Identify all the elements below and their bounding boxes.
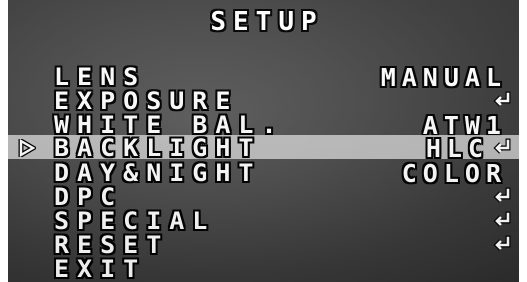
menu-item-special[interactable]: SPECIAL [8,207,519,235]
menu-item-dpc[interactable]: DPC [8,183,519,211]
enter-return-icon [493,187,511,203]
menu-item-lens[interactable]: LENS MANUAL [8,63,519,92]
menu-item-day-night[interactable]: DAY&NIGHT COLOR [8,159,519,188]
menu-item-backlight[interactable]: BACKLIGHT HLC [8,134,519,163]
menu-item-label: BACKLIGHT [54,134,262,162]
menu-item-reset[interactable]: RESET [8,231,519,259]
menu-item-label: SPECIAL [54,207,216,235]
enter-return-icon [493,138,511,154]
menu-item-label: DAY&NIGHT [54,159,262,187]
menu-item-label: EXIT [54,255,147,282]
menu-item-exposure[interactable]: EXPOSURE [8,87,519,115]
enter-return-icon [493,235,511,251]
menu-item-exit[interactable]: EXIT [8,255,519,282]
menu-item-label: LENS [54,63,147,91]
selection-arrow-icon [18,136,38,160]
menu-item-white-bal[interactable]: WHITE BAL. ATW1 [8,112,519,138]
menu-item-label: RESET [54,231,170,259]
osd-screen: SETUP LENS MANUAL EXPOSURE WHITE BAL. AT… [8,0,519,282]
menu-item-value: COLOR [401,159,507,188]
menu-title: SETUP [210,7,324,37]
enter-return-icon [493,211,511,227]
menu-item-value: MANUAL [380,63,507,92]
menu-item-label: DPC [54,183,124,211]
enter-return-icon [493,91,511,107]
menu-item-label: EXPOSURE [54,87,239,115]
menu-item-value: HLC [425,134,489,163]
